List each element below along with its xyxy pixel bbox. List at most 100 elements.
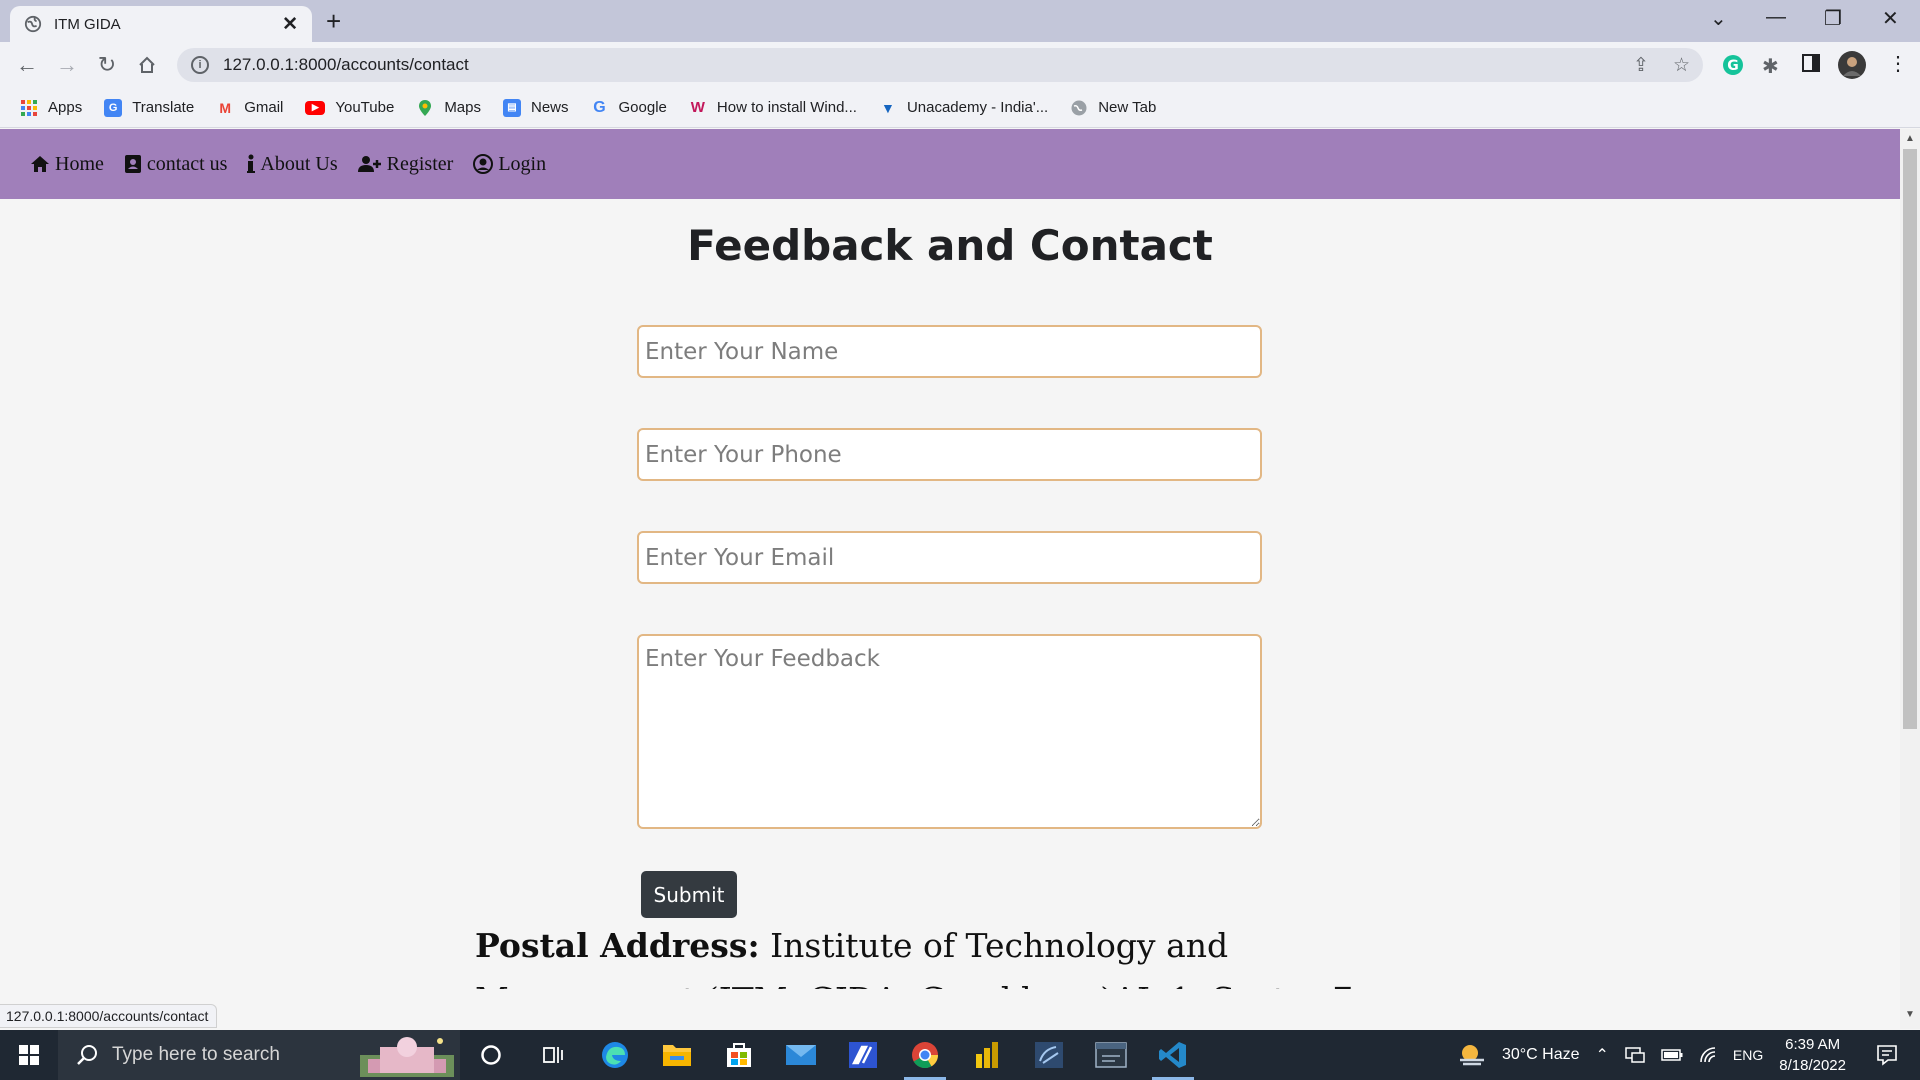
nav-contact-label: contact us <box>146 152 228 175</box>
window-close-icon[interactable]: ✕ <box>1882 6 1899 31</box>
site-navbar: Home contact us About Us Register Login <box>0 129 1900 199</box>
start-button[interactable] <box>0 1030 58 1080</box>
contact-book-icon <box>124 155 141 173</box>
file-explorer-icon[interactable] <box>646 1030 708 1080</box>
mysql-workbench-icon[interactable] <box>1080 1030 1142 1080</box>
minimize-icon[interactable]: — <box>1766 6 1786 29</box>
restore-icon[interactable]: ❐ <box>1824 6 1842 31</box>
submit-button[interactable]: Submit <box>641 871 737 918</box>
browser-toolbar: ← → ↻ i 127.0.0.1:8000/accounts/contact … <box>0 42 1920 88</box>
nav-login-label: Login <box>498 152 547 175</box>
browser-tab[interactable]: ITM GIDA ✕ <box>10 6 312 42</box>
news-icon: ▤ <box>503 98 521 117</box>
profile-avatar[interactable] <box>1838 51 1866 84</box>
phone-input[interactable] <box>637 428 1262 481</box>
tab-close-icon[interactable]: ✕ <box>282 13 298 36</box>
bookmark-label: Apps <box>48 99 83 116</box>
translate-icon: G <box>104 98 123 117</box>
bookmark-label: YouTube <box>335 99 395 116</box>
microsoft-store-icon[interactable] <box>708 1030 770 1080</box>
vscode-icon[interactable] <box>1142 1030 1204 1080</box>
notifications-icon[interactable] <box>1876 1044 1898 1066</box>
name-input[interactable] <box>637 325 1262 378</box>
power-bi-icon[interactable] <box>956 1030 1018 1080</box>
page-viewport: Home contact us About Us Register Login … <box>0 129 1900 989</box>
home-icon <box>31 156 49 172</box>
taskbar-clock[interactable]: 6:39 AM 8/18/2022 <box>1779 1034 1846 1076</box>
grammarly-icon[interactable]: G <box>1722 54 1744 81</box>
unacademy-icon: ▼ <box>881 99 895 116</box>
nav-register[interactable]: Register <box>357 153 453 176</box>
gmail-icon: M <box>219 99 232 116</box>
nav-contact-us[interactable]: contact us <box>124 152 228 176</box>
nav-home-label: Home <box>55 152 104 175</box>
bookmark-label: News <box>531 99 569 116</box>
bookmark-label: Gmail <box>244 99 284 116</box>
forward-icon[interactable]: → <box>52 50 82 80</box>
bookmark-unacademy[interactable]: ▼ Unacademy - India'... <box>879 99 1048 117</box>
bookmark-google[interactable]: G Google <box>591 99 667 117</box>
nav-login[interactable]: Login <box>473 153 546 176</box>
chrome-icon[interactable] <box>894 1030 956 1080</box>
address-bar[interactable]: i 127.0.0.1:8000/accounts/contact ⇪ ☆ <box>177 48 1703 82</box>
scroll-down-icon[interactable]: ▼ <box>1905 1009 1915 1020</box>
globe-icon <box>1071 100 1087 115</box>
bookmark-star-icon[interactable]: ☆ <box>1673 54 1690 77</box>
status-bubble: 127.0.0.1:8000/accounts/contact <box>0 1004 218 1028</box>
show-hidden-icons-icon[interactable]: ⌃ <box>1596 1045 1609 1065</box>
menu-kebab-icon[interactable]: ⋮ <box>1888 51 1908 76</box>
powershell-ise-icon[interactable] <box>832 1030 894 1080</box>
back-icon[interactable]: ← <box>12 50 42 80</box>
clock-time: 6:39 AM <box>1785 1036 1841 1053</box>
taskbar-search[interactable]: Type here to search <box>58 1030 460 1080</box>
home-button-icon[interactable] <box>132 50 162 80</box>
edge-icon[interactable] <box>584 1030 646 1080</box>
apps-grid-icon <box>21 99 37 116</box>
task-view-icon[interactable] <box>522 1030 584 1080</box>
system-tray: 30°C Haze ⌃ ENG 6:39 AM 8/18/2022 <box>1458 1030 1920 1080</box>
bookmarks-bar: Apps G Translate M Gmail ▶ YouTube Maps … <box>0 88 1920 128</box>
search-icon <box>77 1045 97 1065</box>
wifi-icon[interactable] <box>1699 1046 1717 1064</box>
nav-about-label: About Us <box>260 152 338 175</box>
maps-pin-icon <box>419 99 432 116</box>
bookmark-translate[interactable]: G Translate <box>104 98 194 117</box>
page-title: Feedback and Contact <box>687 221 1213 270</box>
email-input[interactable] <box>637 531 1262 584</box>
new-tab-icon[interactable]: + <box>326 8 341 34</box>
extensions-puzzle-icon[interactable]: ✱ <box>1762 54 1779 79</box>
network-icon[interactable] <box>1625 1046 1645 1064</box>
bookmark-news[interactable]: ▤ News <box>503 98 569 117</box>
cortana-icon[interactable] <box>460 1030 522 1080</box>
address-url: 127.0.0.1:8000/accounts/contact <box>223 55 469 74</box>
share-icon[interactable]: ⇪ <box>1633 54 1649 77</box>
sql-developer-icon[interactable] <box>1018 1030 1080 1080</box>
bookmark-apps[interactable]: Apps <box>20 99 82 117</box>
weather-text[interactable]: 30°C Haze <box>1502 1046 1580 1064</box>
language-indicator[interactable]: ENG <box>1733 1047 1763 1063</box>
scroll-up-icon[interactable]: ▲ <box>1905 133 1915 144</box>
bookmark-how-to-install[interactable]: W How to install Wind... <box>689 99 857 117</box>
nav-about-us[interactable]: About Us <box>247 152 338 176</box>
bookmark-maps[interactable]: Maps <box>416 99 481 117</box>
svg-text:G: G <box>1727 58 1739 74</box>
site-info-icon[interactable]: i <box>191 56 209 74</box>
nav-home[interactable]: Home <box>30 153 104 176</box>
battery-icon[interactable] <box>1661 1049 1683 1061</box>
scrollbar-thumb[interactable] <box>1903 149 1917 729</box>
youtube-icon: ▶ <box>305 100 326 115</box>
search-placeholder: Type here to search <box>112 1044 280 1065</box>
side-panel-icon[interactable] <box>1802 54 1820 77</box>
page-scrollbar[interactable]: ▲ ▼ <box>1900 129 1920 1029</box>
tab-search-icon[interactable]: ⌄ <box>1710 6 1727 31</box>
reload-icon[interactable]: ↻ <box>92 50 122 80</box>
mail-icon[interactable] <box>770 1030 832 1080</box>
bookmark-new-tab[interactable]: New Tab <box>1070 99 1156 117</box>
globe-icon <box>24 15 42 33</box>
info-icon <box>247 154 256 173</box>
bookmark-gmail[interactable]: M Gmail <box>216 99 283 117</box>
bookmark-youtube[interactable]: ▶ YouTube <box>305 99 394 116</box>
windows-taskbar: Type here to search 30°C Haze ⌃ ENG 6:39… <box>0 1030 1920 1080</box>
weather-haze-icon <box>1459 1045 1484 1066</box>
feedback-textarea[interactable] <box>637 634 1262 829</box>
